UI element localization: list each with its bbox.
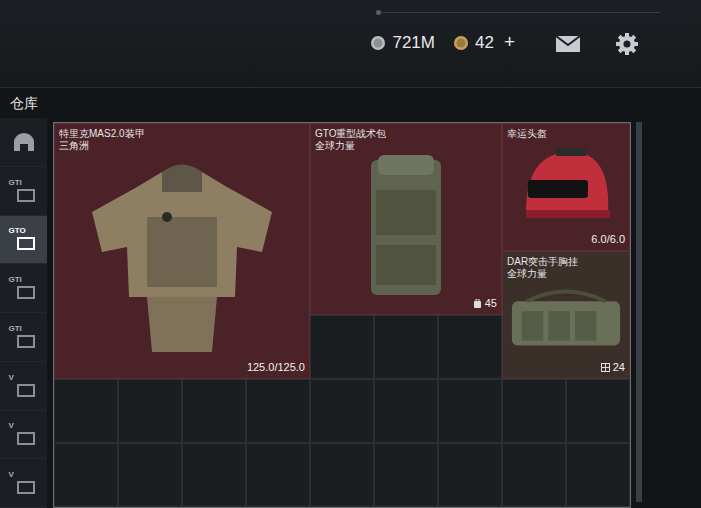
armor-icon [77,157,287,357]
empty-slot[interactable] [374,443,438,507]
inventory-item[interactable]: 特里克MAS2.0装甲三角洲 125.0/125.0 [54,123,310,379]
storage-tag-icon: GTO [9,226,39,252]
tag-box-icon [17,432,35,445]
item-name: 幸运头盔 [507,128,625,140]
item-reading: 125.0/125.0 [247,361,305,374]
empty-slot[interactable] [310,315,374,379]
item-brand: 全球力量 [315,140,497,152]
tag-label: GTI [9,275,22,284]
top-bar: 721M 42 + [0,0,701,88]
sidebar-item[interactable]: V [0,411,47,460]
storage-tag-icon: V [9,470,39,496]
tag-label: GTI [9,178,22,187]
storage-tag-icon: GTI [9,275,39,301]
item-name: DAR突击手胸挂 [507,256,625,268]
empty-slot[interactable] [246,379,310,443]
empty-slot[interactable] [566,379,630,443]
chest-rig-icon [507,286,625,356]
item-reading: 6.0/6.0 [591,233,625,246]
inventory-item[interactable]: GTO重型战术包全球力量 45 [310,123,502,315]
tag-box-icon [17,384,35,397]
gold-text: 42 [475,30,494,56]
gear-icon[interactable] [615,32,639,56]
tag-label: GTI [9,324,22,333]
capacity-icon [473,299,482,308]
sidebar-item[interactable]: GTO [0,216,47,265]
tag-label: GTO [9,226,26,235]
item-reading: 24 [613,361,625,374]
inventory-frame: 特里克MAS2.0装甲三角洲125.0/125.0GTO重型战术包全球力量45幸… [53,122,631,508]
tag-box-icon [17,237,35,250]
warehouse-icon [12,132,36,152]
backpack-icon [356,150,456,300]
storage-tag-icon: GTI [9,178,39,204]
inventory-item[interactable]: 幸运头盔 6.0/6.0 [502,123,630,251]
empty-slot[interactable] [438,379,502,443]
storage-tag-icon: GTI [9,324,39,350]
item-brand: 三角洲 [59,140,305,152]
storage-tag-icon: V [9,373,39,399]
empty-slot[interactable] [54,443,118,507]
tag-label: V [9,373,14,382]
sidebar-item[interactable]: V [0,362,47,411]
empty-slot[interactable] [502,379,566,443]
empty-slot[interactable] [566,443,630,507]
empty-slot[interactable] [54,379,118,443]
empty-slot[interactable] [118,379,182,443]
inventory-item[interactable]: DAR突击手胸挂全球力量 24 [502,251,630,379]
sidebar-item[interactable] [0,118,47,167]
sidebar-item[interactable]: GTI [0,264,47,313]
goldadd-text[interactable]: + [504,28,515,57]
sidebar-item[interactable]: GTI [0,313,47,362]
item-reading: 45 [485,297,497,310]
tag-label: V [9,421,14,430]
sidebar-item[interactable]: V [0,459,47,508]
empty-slot[interactable] [438,315,502,379]
empty-slot[interactable] [118,443,182,507]
top-dot [376,10,381,15]
item-brand: 全球力量 [507,268,625,280]
sidebar: GTI GTO GTI GTI V V V [0,118,47,508]
empty-slot[interactable] [182,443,246,507]
helmet-icon [516,142,616,232]
top-line [378,12,660,13]
item-name: 特里克MAS2.0装甲 [59,128,305,140]
empty-slot[interactable] [502,443,566,507]
empty-slot[interactable] [246,443,310,507]
tag-box-icon [17,335,35,348]
sidebar-item[interactable]: GTI [0,167,47,216]
tag-box-icon [17,189,35,202]
item-name: GTO重型战术包 [315,128,497,140]
capacity-icon [601,363,610,372]
empty-slot[interactable] [310,379,374,443]
empty-slot[interactable] [374,379,438,443]
silver-text: 721M [392,30,435,56]
empty-slot[interactable] [182,379,246,443]
empty-slot[interactable] [310,443,374,507]
gold-coin-icon [453,35,469,51]
silver-coin-icon [370,35,386,51]
inventory-grid: 特里克MAS2.0装甲三角洲125.0/125.0GTO重型战术包全球力量45幸… [54,123,630,507]
title-text: 仓库 [10,93,38,114]
scrollbar[interactable] [636,122,642,502]
gold-currency: 42 + [453,28,515,57]
section-header: 仓库 [0,88,701,118]
tag-box-icon [17,481,35,494]
tag-box-icon [17,286,35,299]
storage-tag-icon: V [9,421,39,447]
empty-slot[interactable] [374,315,438,379]
tag-label: V [9,470,14,479]
silver-currency: 721M [370,30,435,56]
mail-icon[interactable] [555,34,581,54]
empty-slot[interactable] [438,443,502,507]
